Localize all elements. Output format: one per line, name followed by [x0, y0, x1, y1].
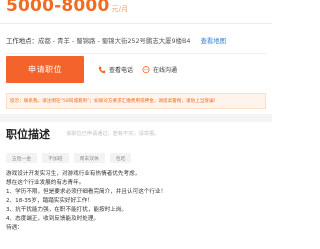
online-chat-label: 在线沟通: [153, 67, 178, 74]
view-phone-label: 查看电话: [109, 67, 134, 74]
online-chat-button[interactable]: 在线沟通: [142, 65, 177, 74]
description-line: 4、态度端正，收到反馈能及时处理。: [6, 216, 100, 222]
location-address: 成都 - 青羊 - 蜀锦路 - 蜀锦大街252号鹏志大厦9楼B4: [37, 37, 191, 45]
salary-unit: 元/月: [111, 5, 129, 13]
job-tag: 不加班: [42, 153, 69, 163]
safety-tip-text: 提示：联系我，请注明在“58同城看到”；如果对方要求汇缴费用或押金，请提高警惕，…: [10, 99, 219, 104]
job-description-body: 游戏设计开发实习生，对游戏行业有热情者优先考虑， 想在这个行业发展的有志青年。 …: [6, 170, 266, 233]
divider: [0, 23, 272, 24]
section-separator: [0, 114, 272, 122]
job-tag: 周末双休: [73, 153, 105, 163]
description-line: 游戏设计开发实习生，对游戏行业有热情者优先考虑，: [6, 171, 141, 177]
job-tags: 五险一金 不加班 周末双休 包吃: [6, 153, 132, 163]
view-map-link[interactable]: 查看地图: [200, 37, 226, 45]
apply-button[interactable]: 申请职位: [6, 56, 84, 83]
view-phone-button[interactable]: 查看电话: [98, 65, 133, 74]
job-tag: 包吃: [109, 153, 132, 163]
divider: [6, 53, 266, 54]
description-line: 待遇：: [6, 225, 23, 231]
location-label: 工作地点：: [6, 37, 38, 45]
description-line: 2、18-35岁，踏踏实实好好工作！: [6, 198, 93, 204]
job-description-title: 职位描述: [6, 128, 50, 141]
salary-value: 5000-8000: [6, 0, 110, 16]
job-tag: 五险一金: [6, 153, 38, 163]
salary: 5000-8000 元/月: [6, 0, 128, 16]
description-line: 3、抗干扰能力强，在职不能打扰，能按时上岗。: [6, 207, 128, 213]
chat-icon: [142, 65, 150, 73]
work-location: 工作地点：成都 - 青羊 - 蜀锦路 - 蜀锦大街252号鹏志大厦9楼B4 查看…: [6, 36, 226, 45]
description-line: 1、学历不限，但是要求必须仔细看完简介，并且认可这个行业！: [6, 189, 167, 195]
phone-icon: [98, 66, 106, 73]
safety-tip: 提示：联系我，请注明在“58同城看到”；如果对方要求汇缴费用或押金，请提高警惕，…: [6, 93, 266, 109]
job-description-note: 该职位已申请通过，若有不实，请举报。: [66, 131, 160, 137]
description-line: 想在这个行业发展的有志青年。: [6, 180, 85, 186]
